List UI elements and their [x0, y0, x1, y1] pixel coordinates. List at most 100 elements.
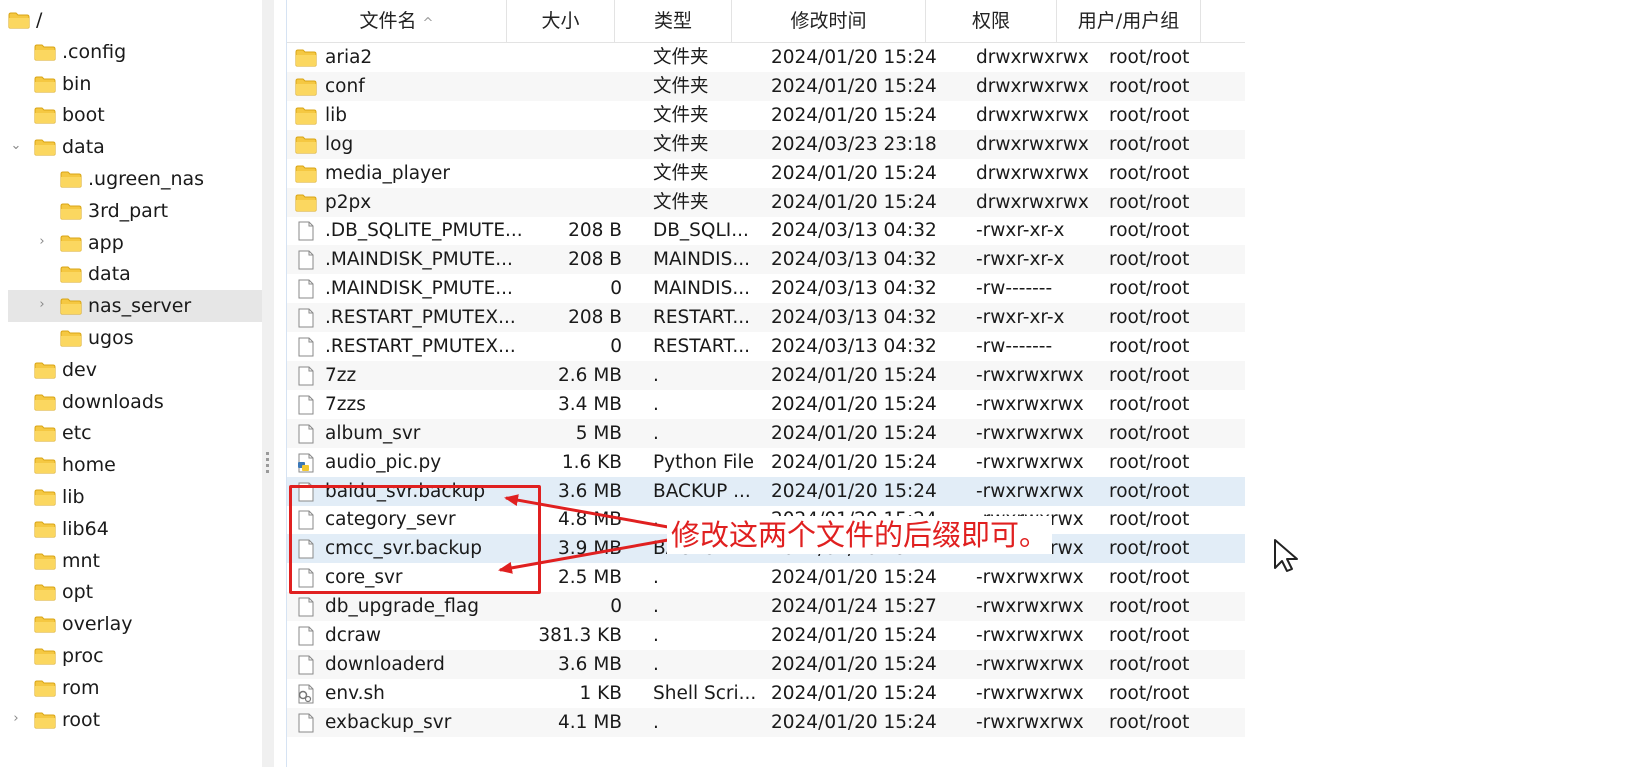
tree-item[interactable]: lib64 — [0, 513, 262, 545]
file-type: 文件夹 — [653, 47, 709, 68]
file-name: 7zzs — [325, 393, 366, 415]
column-header-type[interactable]: 类型 — [615, 0, 732, 42]
folder-icon — [34, 362, 56, 379]
splitter-grip-icon[interactable] — [266, 452, 269, 474]
tree-item[interactable]: proc — [0, 640, 262, 672]
file-icon — [298, 424, 314, 444]
file-icon — [298, 337, 314, 357]
file-size: 2.5 MB — [558, 567, 622, 589]
tree-item[interactable]: mnt — [0, 545, 262, 577]
column-header-size[interactable]: 大小 — [507, 0, 615, 42]
tree-item[interactable]: rom — [0, 672, 262, 704]
tree-item[interactable]: boot — [0, 99, 262, 131]
column-header-bar: 文件名 ^ 大小 类型 修改时间 权限 用户/用户组 — [287, 0, 1245, 43]
file-row[interactable]: db_upgrade_flag 0. 2024/01/24 15:27 -rwxrwx… — [287, 592, 1245, 622]
column-header-owner[interactable]: 用户/用户组 — [1057, 0, 1201, 42]
file-permissions: drwxrwxrwx — [976, 47, 1089, 68]
file-size: 0 — [610, 336, 622, 357]
chevron-right-icon[interactable]: › — [36, 234, 48, 249]
file-row[interactable]: exbackup_svr 4.1 MB. 2024/01/20 15:24 -rwxr… — [287, 707, 1245, 737]
tree-item[interactable]: data — [0, 258, 262, 290]
file-row[interactable]: conf 文件夹 2024/01/20 15:24 drwxrwxrwx root/ro… — [287, 71, 1245, 101]
tree-item[interactable]: › nas_server — [8, 290, 262, 323]
file-icon — [298, 713, 314, 733]
tree-item[interactable]: .ugreen_nas — [0, 163, 262, 195]
file-size: 0 — [610, 596, 622, 618]
file-size: 208 B — [568, 220, 622, 242]
file-row[interactable]: dcraw 381.3 KB. 2024/01/20 15:24 -rwxrwxrwx… — [287, 621, 1245, 650]
tree-item[interactable]: bin — [0, 68, 262, 100]
file-row[interactable]: .RESTART_PMUTEX... 208 B RESTART... 2024/03… — [287, 303, 1245, 333]
tree-item[interactable]: 3rd_part — [0, 195, 262, 227]
tree-item[interactable]: lib — [0, 481, 262, 513]
tree-item-label: bin — [62, 72, 92, 95]
shell-script-icon — [298, 684, 314, 704]
file-name: 7zz — [325, 364, 357, 386]
tree-item[interactable]: opt — [0, 576, 262, 608]
pane-splitter[interactable] — [262, 0, 274, 767]
file-row[interactable]: .RESTART_PMUTEX... 0 RESTART... 2024/03/13 … — [287, 332, 1245, 361]
tree-item-label: root — [62, 708, 101, 731]
tree-item-label: opt — [62, 581, 94, 604]
folder-icon — [8, 12, 30, 29]
file-modified: 2024/01/20 15:24 — [771, 47, 937, 68]
folder-icon — [34, 584, 56, 601]
tree-item[interactable]: ⌄ data — [0, 131, 262, 163]
file-row[interactable]: .MAINDISK_PMUTE... 208 B MAINDIS... 2024/03… — [287, 245, 1245, 275]
file-row[interactable]: audio_pic.py 1.6 KB Python File 2024/01/20 … — [287, 448, 1245, 477]
file-size: 3.9 MB — [558, 538, 622, 560]
column-header-name[interactable]: 文件名 ^ — [287, 0, 507, 42]
column-header-modified[interactable]: 修改时间 — [732, 0, 926, 42]
file-owner: root/root — [1109, 538, 1190, 560]
file-size: 5 MB — [575, 422, 622, 444]
file-row[interactable]: .DB_SQLITE_PMUTE... 208 B DB_SQLI... 2024/0… — [287, 216, 1245, 245]
tree-item[interactable]: etc — [0, 417, 262, 449]
file-row[interactable]: media_player 文件夹 2024/01/20 15:24 drwxrwxrw… — [287, 159, 1245, 188]
tree-item-label: boot — [62, 104, 105, 127]
tree-item[interactable]: › root — [0, 704, 262, 736]
tree-item[interactable]: downloads — [0, 386, 262, 418]
file-owner: root/root — [1109, 480, 1190, 502]
folder-icon — [60, 330, 82, 347]
file-icon — [298, 221, 314, 241]
file-owner: root/root — [1109, 249, 1190, 271]
file-row[interactable]: downloaderd 3.6 MB. 2024/01/20 15:24 -rwxrw… — [287, 649, 1245, 679]
file-row[interactable]: album_svr 5 MB. 2024/01/20 15:24 -rwxrwxrwx… — [287, 418, 1245, 448]
file-name: exbackup_svr — [325, 711, 452, 733]
tree-item[interactable]: / — [0, 4, 262, 36]
file-row[interactable]: log 文件夹 2024/03/23 23:18 drwxrwxrwx root/roo… — [287, 129, 1245, 159]
file-modified: 2024/01/20 15:24 — [771, 162, 937, 184]
file-row[interactable]: aria2 文件夹 2024/01/20 15:24 drwxrwxrwx root/r… — [287, 43, 1245, 72]
file-size: 2.6 MB — [558, 364, 622, 386]
chevron-right-icon[interactable]: › — [10, 711, 22, 726]
tree-item[interactable]: .config — [0, 36, 262, 68]
folder-icon — [34, 425, 56, 442]
tree-item[interactable]: › app — [0, 227, 262, 259]
file-icon — [298, 250, 314, 270]
folder-icon — [295, 107, 317, 125]
tree-item[interactable]: overlay — [0, 608, 262, 640]
file-permissions: -rwxrwxrwx — [976, 711, 1084, 733]
file-row[interactable]: env.sh 1 KB Shell Scri... 2024/01/20 15:24 -… — [287, 679, 1245, 708]
file-type: . — [653, 567, 659, 589]
tree-item-label: mnt — [62, 549, 100, 572]
tree-item-label: lib — [62, 486, 85, 508]
tree-item[interactable]: home — [0, 449, 262, 481]
tree-item[interactable]: dev — [0, 354, 262, 386]
file-size: 1.6 KB — [561, 451, 622, 473]
file-row[interactable]: .MAINDISK_PMUTE... 0 MAINDIS... 2024/03/13 … — [287, 274, 1245, 303]
chevron-down-icon[interactable]: ⌄ — [10, 139, 22, 153]
chevron-right-icon[interactable]: › — [36, 298, 48, 312]
tree-item-label: home — [62, 454, 116, 477]
tree-item[interactable]: ugos — [0, 322, 262, 354]
file-row[interactable]: 7zzs 3.4 MB. 2024/01/20 15:24 -rwxrwxrwx roo… — [287, 390, 1245, 419]
file-row[interactable]: p2px 文件夹 2024/01/20 15:24 drwxrwxrwx root/ro… — [287, 187, 1245, 217]
file-size — [527, 72, 622, 101]
file-row[interactable]: lib 文件夹 2024/01/20 15:24 drwxrwxrwx root/roo… — [287, 101, 1245, 130]
column-header-permissions[interactable]: 权限 — [926, 0, 1057, 42]
tree-item-label: overlay — [62, 613, 133, 636]
file-size: 4.8 MB — [558, 509, 622, 531]
file-row[interactable]: 7zz 2.6 MB. 2024/01/20 15:24 -rwxrwxrwx root… — [287, 360, 1245, 390]
file-permissions: -rwxrwxrwx — [976, 567, 1084, 589]
file-modified: 2024/01/20 15:24 — [771, 393, 937, 415]
